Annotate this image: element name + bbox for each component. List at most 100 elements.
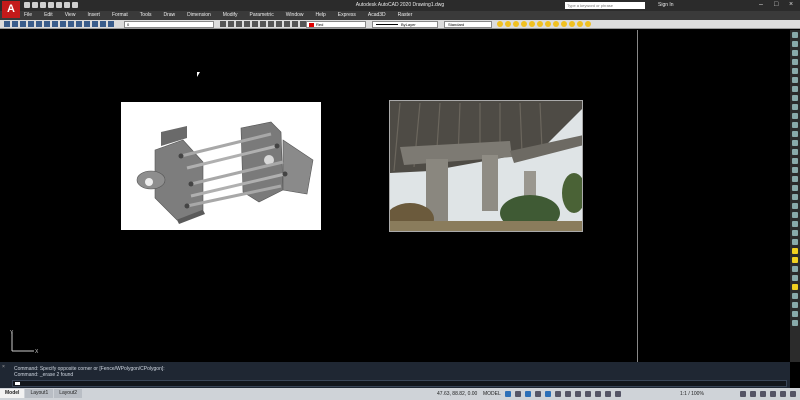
menu-item-raster[interactable]: Raster: [398, 11, 413, 20]
properties-icon[interactable]: [276, 21, 282, 27]
palette-tool-icon[interactable]: [792, 158, 798, 164]
palette-tool-icon[interactable]: [792, 86, 798, 92]
match-properties-icon[interactable]: [284, 21, 290, 27]
clean-screen-icon[interactable]: [780, 391, 786, 397]
menu-item-window[interactable]: Window: [286, 11, 304, 20]
layer-lock-icon[interactable]: [52, 21, 58, 27]
text-style-dropdown[interactable]: Standard: [444, 21, 492, 28]
layer-state-icon[interactable]: [12, 21, 18, 27]
menu-item-format[interactable]: Format: [112, 11, 128, 20]
sign-in-button[interactable]: Sign In: [658, 2, 674, 8]
palette-tool-icon[interactable]: [792, 284, 798, 290]
view-back-icon[interactable]: [537, 21, 543, 27]
palette-tool-icon[interactable]: [792, 140, 798, 146]
layer-current-icon[interactable]: [92, 21, 98, 27]
palette-tool-icon[interactable]: [792, 176, 798, 182]
annotation-scale[interactable]: 1:1 / 100%: [680, 391, 704, 397]
layer-freeze-icon[interactable]: [36, 21, 42, 27]
layer-walk-icon[interactable]: [68, 21, 74, 27]
palette-tool-icon[interactable]: [792, 248, 798, 254]
snap-icon[interactable]: [515, 391, 521, 397]
plot-icon[interactable]: [56, 2, 62, 8]
osnap-icon[interactable]: [545, 391, 551, 397]
palette-tool-icon[interactable]: [792, 320, 798, 326]
layer-match-icon[interactable]: [60, 21, 66, 27]
save-as-icon[interactable]: [48, 2, 54, 8]
view-nw-icon[interactable]: [585, 21, 591, 27]
menu-item-insert[interactable]: Insert: [87, 11, 100, 20]
dynamic-ucs-icon[interactable]: [605, 391, 611, 397]
isolate-objects-icon[interactable]: [760, 391, 766, 397]
lineweight-icon[interactable]: [565, 391, 571, 397]
plus-icon[interactable]: [750, 391, 756, 397]
palette-tool-icon[interactable]: [792, 302, 798, 308]
grid-icon[interactable]: [505, 391, 511, 397]
pan-icon[interactable]: [228, 21, 234, 27]
color-dropdown[interactable]: Red: [306, 21, 366, 28]
close-icon[interactable]: ×: [2, 365, 7, 370]
palette-tool-icon[interactable]: [792, 59, 798, 65]
view-bottom-icon[interactable]: [553, 21, 559, 27]
palette-tool-icon[interactable]: [792, 221, 798, 227]
view-sw-icon[interactable]: [561, 21, 567, 27]
customization-menu-icon[interactable]: [790, 391, 796, 397]
palette-tool-icon[interactable]: [792, 41, 798, 47]
menu-item-draw[interactable]: Draw: [163, 11, 175, 20]
view-front-icon[interactable]: [513, 21, 519, 27]
palette-tool-icon[interactable]: [792, 239, 798, 245]
palette-tool-icon[interactable]: [792, 311, 798, 317]
workspace-gear-icon[interactable]: [740, 391, 746, 397]
steel-connection-image[interactable]: [121, 102, 321, 230]
palette-tool-icon[interactable]: [792, 203, 798, 209]
open-icon[interactable]: [32, 2, 38, 8]
palette-tool-icon[interactable]: [792, 275, 798, 281]
3d-osnap-icon[interactable]: [595, 391, 601, 397]
menu-item-tools[interactable]: Tools: [140, 11, 152, 20]
view-top-icon[interactable]: [505, 21, 511, 27]
palette-tool-icon[interactable]: [792, 257, 798, 263]
linetype-dropdown[interactable]: ByLayer: [372, 21, 438, 28]
search-input[interactable]: Type a keyword or phrase: [565, 2, 645, 9]
selection-cycling-icon[interactable]: [585, 391, 591, 397]
menu-item-help[interactable]: Help: [316, 11, 326, 20]
otrack-icon[interactable]: [555, 391, 561, 397]
palette-tool-icon[interactable]: [792, 266, 798, 272]
palette-tool-icon[interactable]: [792, 185, 798, 191]
palette-tool-icon[interactable]: [792, 293, 798, 299]
palette-tool-icon[interactable]: [792, 68, 798, 74]
palette-tool-icon[interactable]: [792, 32, 798, 38]
palette-tool-icon[interactable]: [792, 149, 798, 155]
menu-item-modify[interactable]: Modify: [223, 11, 238, 20]
tab-layout1[interactable]: Layout1: [25, 389, 54, 398]
app-menu-button[interactable]: A: [2, 1, 20, 18]
save-icon[interactable]: [40, 2, 46, 8]
command-input[interactable]: [12, 380, 787, 387]
palette-tool-icon[interactable]: [792, 194, 798, 200]
view-iso-icon[interactable]: [545, 21, 551, 27]
copy-icon[interactable]: [244, 21, 250, 27]
model-space-button[interactable]: MODEL: [483, 391, 501, 397]
menu-item-express[interactable]: Express: [338, 11, 356, 20]
palette-tool-icon[interactable]: [792, 95, 798, 101]
menu-item-file[interactable]: File: [24, 11, 32, 20]
palette-tool-icon[interactable]: [792, 122, 798, 128]
palette-tool-icon[interactable]: [792, 212, 798, 218]
undo-icon[interactable]: [64, 2, 70, 8]
rotate-icon[interactable]: [252, 21, 258, 27]
menu-item-dimension[interactable]: Dimension: [187, 11, 211, 20]
bridge-photo-image[interactable]: [389, 100, 583, 232]
offset-icon[interactable]: [292, 21, 298, 27]
palette-tool-icon[interactable]: [792, 113, 798, 119]
polar-icon[interactable]: [535, 391, 541, 397]
palette-tool-icon[interactable]: [792, 77, 798, 83]
palette-tool-icon[interactable]: [792, 167, 798, 173]
hardware-acceleration-icon[interactable]: [770, 391, 776, 397]
redo-icon[interactable]: [72, 2, 78, 8]
ortho-icon[interactable]: [525, 391, 531, 397]
view-left-icon[interactable]: [521, 21, 527, 27]
maximize-icon[interactable]: □: [774, 1, 781, 8]
layer-previous-icon[interactable]: [20, 21, 26, 27]
layer-copy-icon[interactable]: [100, 21, 106, 27]
view-ne-icon[interactable]: [577, 21, 583, 27]
view-se-icon[interactable]: [569, 21, 575, 27]
